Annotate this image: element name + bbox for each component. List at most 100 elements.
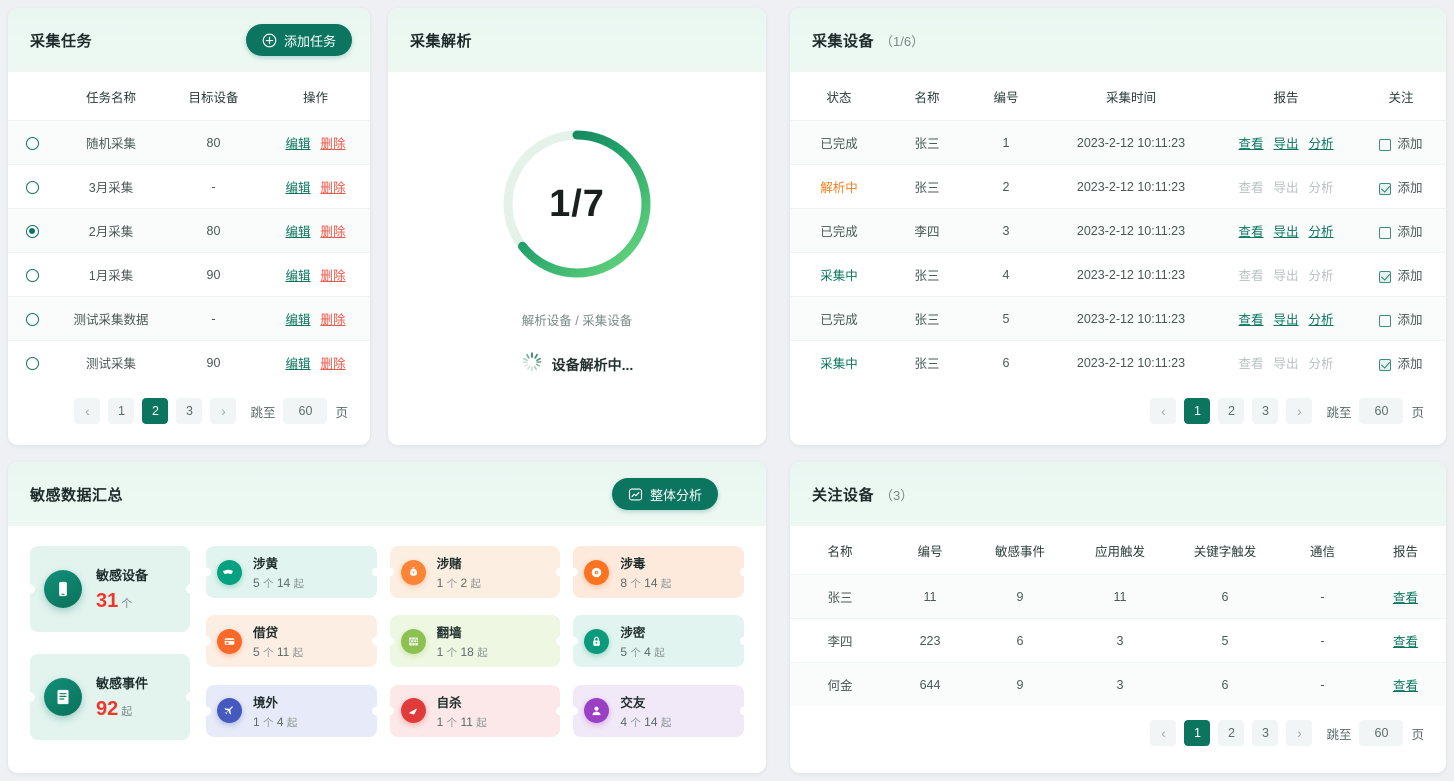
task-radio[interactable]: [25, 312, 39, 326]
pagination-page-2[interactable]: 2: [142, 398, 169, 424]
task-radio[interactable]: [25, 268, 39, 282]
pagination-next[interactable]: ›: [1286, 720, 1313, 746]
view-link[interactable]: 查看: [1238, 221, 1263, 240]
device-watch-cell[interactable]: 添加: [1356, 208, 1446, 253]
table-row[interactable]: 采集中 张三 6 2023-2-12 10:11:23 查看 导出 分析 添加: [790, 340, 1446, 384]
task-radio[interactable]: [25, 136, 39, 150]
watch-checkbox[interactable]: [1379, 270, 1392, 283]
delete-link[interactable]: 删除: [321, 265, 346, 284]
export-link[interactable]: 导出: [1273, 221, 1298, 240]
table-row[interactable]: 已完成 张三 5 2023-2-12 10:11:23 查看 导出 分析 添加: [790, 296, 1446, 341]
watch-checkbox[interactable]: [1379, 226, 1392, 239]
task-select-cell[interactable]: [8, 340, 56, 384]
pagination-prev[interactable]: ‹: [74, 398, 101, 424]
edit-link[interactable]: 编辑: [285, 221, 310, 240]
device-watch-cell[interactable]: 添加: [1356, 252, 1446, 297]
pagination-page-1[interactable]: 1: [108, 398, 135, 424]
view-report-link[interactable]: 查看: [1393, 635, 1418, 649]
view-report-link[interactable]: 查看: [1393, 679, 1418, 693]
delete-link[interactable]: 删除: [321, 133, 346, 152]
edit-link[interactable]: 编辑: [285, 133, 310, 152]
table-row[interactable]: 张三 11 9 11 6- 查看: [790, 574, 1446, 619]
task-radio[interactable]: [25, 356, 39, 370]
sensitive-category-tile[interactable]: 借贷 5 个 11 起: [206, 615, 377, 668]
table-row[interactable]: 解析中 张三 2 2023-2-12 10:11:23 查看 导出 分析 添加: [790, 164, 1446, 209]
pagination-prev[interactable]: ‹: [1150, 720, 1177, 746]
table-row[interactable]: 3月采集 - 编辑 删除: [8, 164, 370, 209]
sensitive-category-tile[interactable]: 翻墙 1 个 18 起: [389, 615, 561, 668]
watch-toggle[interactable]: 添加: [1379, 225, 1423, 239]
pagination-page-2[interactable]: 2: [1218, 720, 1245, 746]
jump-page-input[interactable]: [283, 398, 328, 424]
task-select-cell[interactable]: [8, 296, 56, 341]
export-link[interactable]: 导出: [1273, 133, 1298, 152]
table-row[interactable]: 1月采集 90 编辑 删除: [8, 252, 370, 297]
table-row[interactable]: 已完成 张三 1 2023-2-12 10:11:23 查看 导出 分析 添加: [790, 120, 1446, 165]
edit-link[interactable]: 编辑: [285, 265, 310, 284]
watch-toggle[interactable]: 添加: [1379, 181, 1423, 195]
pagination-page-3[interactable]: 3: [1252, 720, 1279, 746]
table-row[interactable]: 采集中 张三 4 2023-2-12 10:11:23 查看 导出 分析 添加: [790, 252, 1446, 297]
jump-page-input[interactable]: [1359, 398, 1404, 424]
watch-checkbox[interactable]: [1379, 138, 1392, 151]
device-watch-cell[interactable]: 添加: [1356, 164, 1446, 209]
overall-analysis-button[interactable]: 整体分析: [611, 478, 718, 510]
pagination-next[interactable]: ›: [210, 398, 237, 424]
watch-checkbox[interactable]: [1379, 182, 1392, 195]
table-row[interactable]: 2月采集 80 编辑 删除: [8, 208, 370, 253]
edit-link[interactable]: 编辑: [285, 353, 310, 372]
analyze-link[interactable]: 分析: [1309, 133, 1334, 152]
task-radio[interactable]: [25, 224, 39, 238]
task-select-cell[interactable]: [8, 164, 56, 209]
table-row[interactable]: 随机采集 80 编辑 删除: [8, 120, 370, 165]
task-select-cell[interactable]: [8, 120, 56, 165]
table-row[interactable]: 何金 644 9 3 6- 查看: [790, 662, 1446, 706]
view-link[interactable]: 查看: [1238, 309, 1263, 328]
jump-page-input[interactable]: [1359, 720, 1404, 746]
watch-toggle[interactable]: 添加: [1379, 313, 1423, 327]
sensitive-category-tile[interactable]: 涉毒 8 个 14 起: [573, 546, 744, 598]
task-radio[interactable]: [25, 180, 39, 194]
task-select-cell[interactable]: [8, 252, 56, 297]
sensitive-highlight-tile[interactable]: 敏感设备 31 个: [30, 546, 190, 632]
sensitive-highlight-tile[interactable]: 敏感事件 92 起: [30, 654, 190, 740]
watch-toggle[interactable]: 添加: [1379, 269, 1423, 283]
pagination-page-3[interactable]: 3: [176, 398, 203, 424]
edit-link[interactable]: 编辑: [285, 177, 310, 196]
edit-link[interactable]: 编辑: [285, 309, 310, 328]
export-link[interactable]: 导出: [1273, 309, 1298, 328]
delete-link[interactable]: 删除: [321, 309, 346, 328]
table-row[interactable]: 李四 223 6 3 5- 查看: [790, 618, 1446, 663]
delete-link[interactable]: 删除: [321, 353, 346, 372]
device-watch-cell[interactable]: 添加: [1356, 340, 1446, 384]
add-task-button[interactable]: 添加任务: [245, 24, 352, 56]
pagination-page-2[interactable]: 2: [1218, 398, 1245, 424]
pagination-page-1[interactable]: 1: [1184, 398, 1211, 424]
delete-link[interactable]: 删除: [321, 221, 346, 240]
pagination-page-1[interactable]: 1: [1184, 720, 1211, 746]
device-watch-cell[interactable]: 添加: [1356, 296, 1446, 341]
view-report-link[interactable]: 查看: [1393, 591, 1418, 605]
sensitive-category-tile[interactable]: 境外 1 个 4 起: [206, 684, 377, 737]
sensitive-category-tile[interactable]: 交友 4 个 14 起: [573, 684, 744, 737]
watch-checkbox[interactable]: [1379, 358, 1392, 371]
sensitive-category-tile[interactable]: 涉密 5 个 4 起: [573, 615, 744, 668]
watch-toggle[interactable]: 添加: [1379, 357, 1423, 371]
sensitive-category-tile[interactable]: ¥ 涉赌 1 个 2 起: [389, 546, 561, 598]
watch-checkbox[interactable]: [1379, 314, 1392, 327]
delete-link[interactable]: 删除: [321, 177, 346, 196]
table-row[interactable]: 测试采集数据 - 编辑 删除: [8, 296, 370, 341]
watch-toggle[interactable]: 添加: [1379, 137, 1423, 151]
sensitive-category-tile[interactable]: 涉黄 5 个 14 起: [206, 546, 377, 598]
device-watch-cell[interactable]: 添加: [1356, 120, 1446, 165]
pagination-next[interactable]: ›: [1286, 398, 1313, 424]
view-link[interactable]: 查看: [1238, 133, 1263, 152]
pagination-prev[interactable]: ‹: [1150, 398, 1177, 424]
analyze-link[interactable]: 分析: [1309, 221, 1334, 240]
sensitive-category-tile[interactable]: 自杀 1 个 11 起: [389, 684, 561, 737]
table-row[interactable]: 测试采集 90 编辑 删除: [8, 340, 370, 384]
pagination-page-3[interactable]: 3: [1252, 398, 1279, 424]
task-select-cell[interactable]: [8, 208, 56, 253]
analyze-link[interactable]: 分析: [1309, 309, 1334, 328]
table-row[interactable]: 已完成 李四 3 2023-2-12 10:11:23 查看 导出 分析 添加: [790, 208, 1446, 253]
